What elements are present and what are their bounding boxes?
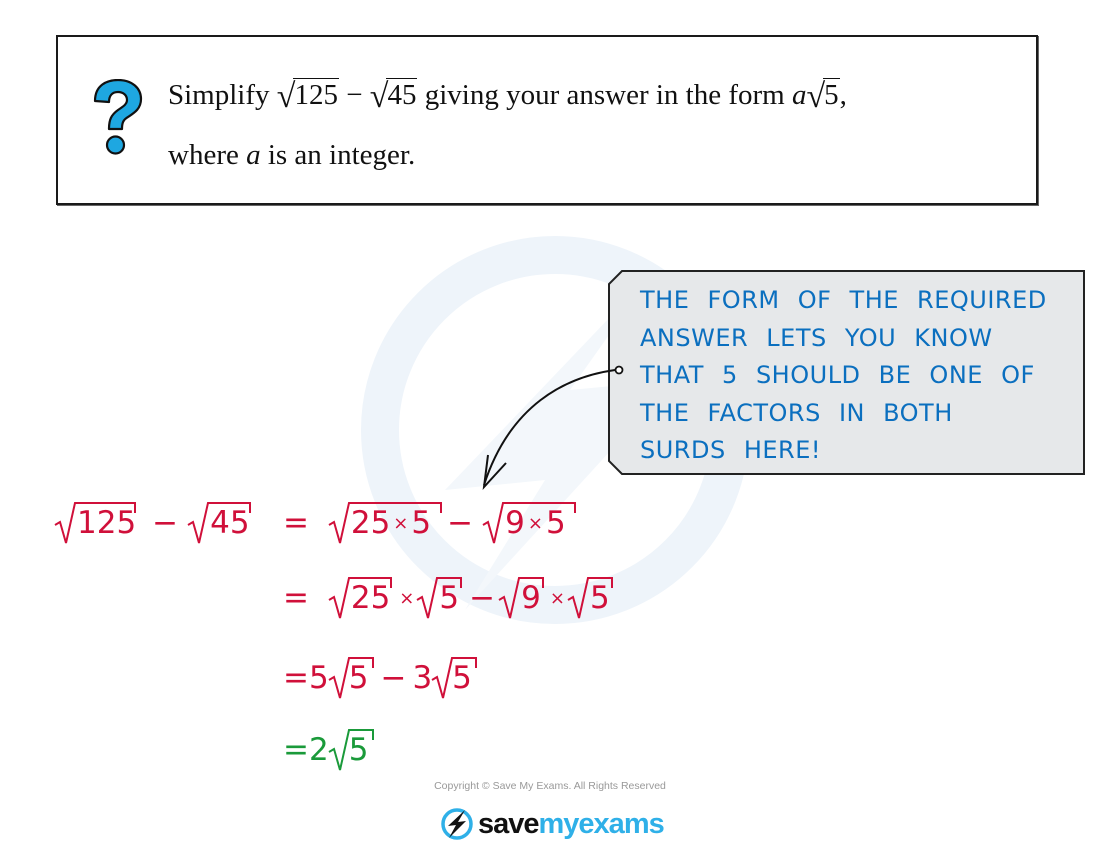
equals-sign: = bbox=[283, 505, 309, 541]
radical-9x5: 9 ×5 bbox=[482, 502, 577, 544]
equals-sign: = bbox=[283, 660, 309, 696]
equals-sign: = bbox=[283, 732, 309, 768]
radical-5: 5 bbox=[328, 729, 374, 771]
question-text: giving your answer in the form bbox=[417, 79, 792, 111]
radicand: 125 bbox=[293, 78, 339, 111]
radical-25: 25 bbox=[328, 577, 392, 619]
question-text: is an integer. bbox=[260, 139, 416, 171]
radical-5: 5 bbox=[328, 657, 374, 699]
logo-word-myexams: myexams bbox=[538, 807, 665, 840]
working-line-2: = 25 × 5−9 × 5 bbox=[283, 577, 616, 619]
radical-25x5: 25 ×5 bbox=[328, 502, 442, 544]
times-sign: × bbox=[549, 588, 565, 609]
question-text: Simplify bbox=[168, 79, 277, 111]
working-line-4-answer: =2 5 bbox=[283, 729, 374, 771]
times-sign: × bbox=[527, 513, 543, 534]
lightning-bolt-icon bbox=[441, 808, 473, 840]
times-sign: × bbox=[393, 513, 409, 534]
minus-sign: − bbox=[447, 505, 474, 541]
note-line: THE FACTORS IN BOTH bbox=[640, 398, 953, 427]
question-mark-icon bbox=[93, 79, 143, 155]
radical-45: √45 bbox=[369, 78, 418, 115]
save-my-exams-logo: savemyexams bbox=[440, 806, 665, 842]
coefficient: 2 bbox=[308, 732, 329, 768]
copyright-text: Copyright © Save My Exams. All Rights Re… bbox=[434, 780, 666, 792]
radical-9: 9 bbox=[498, 577, 545, 619]
radical-45: 45 bbox=[187, 502, 252, 544]
minus-sign: − bbox=[152, 505, 179, 541]
note-line: SURDS HERE! bbox=[640, 436, 821, 464]
question-line-2: where a is an integer. bbox=[168, 139, 415, 172]
working-line-1-rhs: = 25 ×5−9 ×5 bbox=[283, 502, 577, 544]
note-line: ANSWER LETS YOU KNOW bbox=[640, 323, 993, 352]
question-line-1: Simplify √125 − √45 giving your answer i… bbox=[168, 75, 847, 115]
question-box: Simplify √125 − √45 giving your answer i… bbox=[56, 35, 1038, 205]
question-text: where bbox=[168, 139, 247, 171]
radical-5: √5 bbox=[806, 78, 840, 115]
note-line: THAT 5 SHOULD BE ONE OF bbox=[640, 361, 1035, 389]
minus-sign: − bbox=[380, 660, 407, 696]
radical-5: 5 bbox=[416, 577, 463, 619]
coefficient: 3 bbox=[412, 660, 433, 696]
note-text: THE FORM OF THE REQUIRED ANSWER LETS YOU… bbox=[640, 282, 1047, 470]
radical-5: 5 bbox=[431, 657, 478, 699]
coefficient: 5 bbox=[308, 660, 329, 696]
minus-sign: − bbox=[338, 79, 370, 111]
radicand: 45 bbox=[386, 78, 418, 111]
minus-sign: − bbox=[469, 580, 496, 616]
times-sign: × bbox=[399, 588, 415, 609]
variable-a: a bbox=[246, 139, 261, 171]
curved-arrow-icon bbox=[482, 365, 624, 490]
working-line-1: 125−45 bbox=[54, 502, 256, 544]
variable-a: a bbox=[791, 79, 807, 111]
working-line-3: =5 5−3 5 bbox=[283, 657, 478, 699]
radical-5: 5 bbox=[567, 577, 613, 619]
comma: , bbox=[839, 79, 847, 111]
logo-word-save: save bbox=[478, 807, 540, 840]
note-line: THE FORM OF THE REQUIRED bbox=[640, 286, 1047, 314]
radicand: 5 bbox=[823, 78, 840, 111]
radical-125: 125 bbox=[54, 502, 136, 544]
radical-125: √125 bbox=[276, 78, 339, 115]
equals-sign: = bbox=[283, 580, 309, 616]
